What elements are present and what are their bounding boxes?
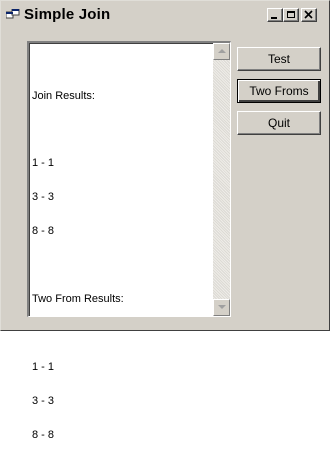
maximize-button[interactable] [283,8,299,22]
main-window: Simple Join Join Results: 1 - 1 3 - 3 8 … [0,0,330,440]
scroll-down-button[interactable] [213,299,230,316]
close-icon [304,10,313,19]
list-line: 8 - 8 [32,225,55,238]
list-line: 3 - 3 [32,394,55,407]
minimize-button[interactable] [267,8,283,22]
scroll-up-button[interactable] [213,43,230,60]
list-line: 1 - 1 [32,157,55,170]
list-line [32,124,212,135]
minimize-icon [271,17,277,19]
app-window-icon [6,9,20,19]
window-title: Simple Join [24,6,111,23]
quit-button[interactable]: Quit [237,111,321,135]
results-text: Join Results: 1 - 1 3 - 3 8 - 8 Two From… [32,68,212,463]
list-line: 3 - 3 [32,191,55,204]
list-line: Join Results: [32,89,95,102]
list-line: 8 - 8 [32,428,55,441]
maximize-icon [287,11,295,18]
list-line: 1 - 1 [32,360,55,373]
list-line [32,328,212,339]
scroll-down-arrow-icon [218,305,226,309]
title-bar[interactable]: Simple Join [2,2,328,28]
test-button[interactable]: Test [237,47,321,71]
close-button[interactable] [301,8,317,22]
vertical-scrollbar[interactable] [213,43,230,316]
two-froms-button[interactable]: Two Froms [237,79,321,103]
list-line: Two From Results: [32,292,124,305]
list-line [32,260,212,271]
results-listbox[interactable]: Join Results: 1 - 1 3 - 3 8 - 8 Two From… [27,41,231,440]
scroll-up-arrow-icon [218,49,226,53]
